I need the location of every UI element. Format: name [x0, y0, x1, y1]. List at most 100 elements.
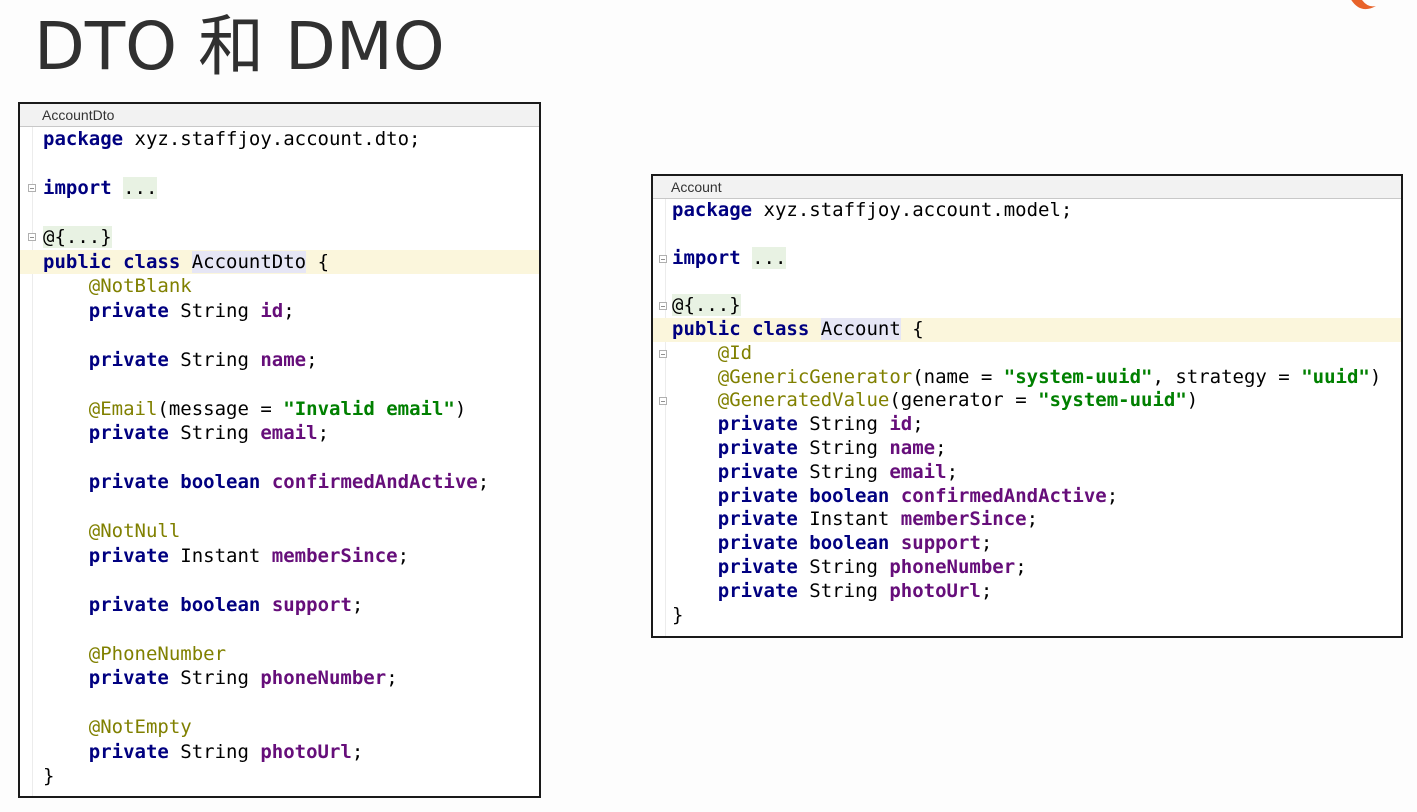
- code-token: {: [900, 317, 924, 340]
- code-token: "system-uuid": [1003, 365, 1153, 388]
- code-line: private String phoneNumber;: [653, 556, 1401, 580]
- code-line: import ...: [653, 246, 1401, 271]
- code-token: String: [168, 422, 261, 444]
- code-token: photoUrl: [889, 579, 981, 602]
- code-token: private: [88, 422, 169, 444]
- code-line: package xyz.staffjoy.account.model;: [653, 199, 1401, 223]
- code-token: name: [889, 436, 936, 459]
- code-editor[interactable]: package xyz.staffjoy.account.model; impor…: [653, 199, 1401, 627]
- code-token: String: [168, 348, 261, 371]
- code-line: private boolean confirmedAndActive;: [653, 485, 1401, 509]
- code-token: ;: [980, 579, 993, 602]
- code-line: public class Account {: [653, 317, 1401, 342]
- code-line: @GeneratedValue(generator = "system-uuid…: [653, 389, 1401, 413]
- code-token: package: [672, 199, 753, 221]
- code-token: @GenericGenerator: [717, 365, 913, 388]
- code-token: String: [797, 413, 890, 436]
- code-token: confirmedAndActive: [900, 484, 1107, 507]
- code-token: private boolean: [717, 484, 890, 507]
- code-line: private String id;: [653, 413, 1401, 437]
- code-token: id: [889, 413, 913, 436]
- brand-logo-icon: [1351, 0, 1376, 9]
- code-editor[interactable]: package xyz.staffjoy.account.dto; import …: [20, 127, 539, 789]
- code-token: @NotBlank: [88, 275, 192, 297]
- code-token: String: [168, 667, 261, 689]
- code-token: confirmedAndActive: [271, 471, 478, 493]
- code-token: (generator =: [889, 389, 1039, 412]
- code-token: "system-uuid": [1038, 389, 1187, 412]
- code-token: ...: [123, 177, 158, 199]
- code-token: @GeneratedValue: [717, 389, 890, 412]
- code-token: ;: [397, 544, 410, 567]
- fold-marker-icon[interactable]: [659, 349, 667, 358]
- code-token: }: [43, 765, 55, 787]
- code-token: String: [797, 460, 890, 483]
- code-line: }: [653, 604, 1401, 628]
- code-line: private boolean support;: [20, 593, 539, 618]
- code-token: memberSince: [900, 508, 1027, 531]
- code-token: Instant: [168, 544, 272, 567]
- code-token: private: [717, 460, 798, 483]
- code-token: private: [88, 348, 169, 371]
- fold-marker-icon[interactable]: [659, 254, 667, 263]
- code-token: public class: [672, 317, 810, 340]
- code-token: private: [717, 436, 798, 459]
- fold-marker-icon[interactable]: [28, 184, 36, 192]
- code-token: support: [271, 593, 352, 616]
- code-token: ;: [912, 413, 924, 436]
- code-line: @NotBlank: [20, 274, 539, 299]
- code-line: private boolean confirmedAndActive;: [20, 470, 539, 495]
- code-token: id: [260, 299, 284, 322]
- code-line: private String email;: [20, 421, 539, 446]
- code-token: private boolean: [88, 471, 261, 493]
- editor-tab-label[interactable]: Account: [653, 176, 1401, 199]
- fold-marker-icon[interactable]: [659, 302, 667, 311]
- editor-tab-label[interactable]: AccountDto: [20, 104, 539, 127]
- code-token: ): [1186, 389, 1199, 412]
- code-panel-account-dto: AccountDto package xyz.staffjoy.account.…: [18, 102, 541, 798]
- code-token: private: [88, 299, 169, 322]
- code-token: import: [672, 246, 741, 269]
- code-token: @NotEmpty: [88, 716, 192, 738]
- code-token: ;: [980, 532, 993, 555]
- code-token: @Id: [717, 341, 753, 364]
- code-token: ;: [317, 422, 330, 444]
- code-line: private String email;: [653, 461, 1401, 485]
- code-token: String: [797, 579, 890, 602]
- code-token: email: [889, 460, 947, 483]
- code-line: private String photoUrl;: [20, 740, 539, 765]
- code-token: public class: [43, 250, 181, 273]
- code-token: @PhoneNumber: [88, 642, 227, 665]
- code-token: phoneNumber: [260, 667, 387, 689]
- code-token: Account: [820, 317, 901, 340]
- code-panel-account-model: Account package xyz.staffjoy.account.mod…: [651, 174, 1403, 638]
- code-token: ;: [1026, 508, 1039, 531]
- fold-marker-icon[interactable]: [28, 233, 36, 241]
- code-token: String: [168, 740, 261, 763]
- code-line: package xyz.staffjoy.account.dto;: [20, 127, 539, 152]
- code-token: ...: [752, 246, 787, 269]
- code-token: memberSince: [271, 544, 398, 567]
- fold-marker-icon[interactable]: [659, 397, 667, 406]
- code-token: ;: [351, 740, 364, 763]
- code-line: @{...}: [20, 225, 539, 250]
- code-token: AccountDto: [191, 250, 307, 273]
- code-token: private: [717, 508, 798, 531]
- code-line: @{...}: [653, 294, 1401, 318]
